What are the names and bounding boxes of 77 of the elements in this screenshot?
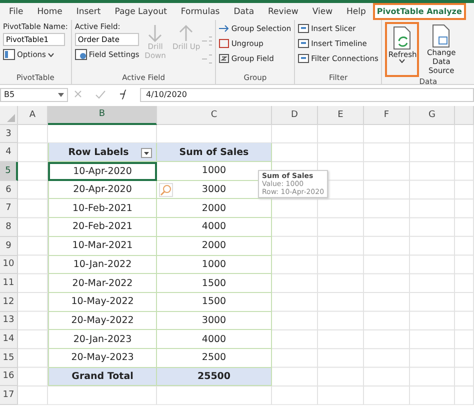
slicer-icon [298,24,310,33]
row-header[interactable]: 15 [0,348,18,368]
column-header[interactable]: C [157,106,272,125]
column-header[interactable]: F [364,106,410,125]
table-cell: 10-Mar-2021 [48,236,157,256]
row-header[interactable]: 17 [0,386,18,405]
table-cell: 10-May-2022 [48,292,157,312]
filter-dropdown-icon[interactable] [141,148,152,158]
arrow-right-icon [219,24,230,33]
ribbon-tab[interactable]: Insert [69,3,108,20]
select-all-icon[interactable] [7,114,15,122]
arrow-up-icon [178,24,194,42]
group-field-icon [219,54,230,63]
formula-field[interactable]: 4/10/2020 [140,88,474,102]
ribbon-tab[interactable]: Page Layout [108,3,174,20]
name-box[interactable]: B5 [0,88,68,102]
column-header[interactable]: A [18,106,48,125]
row-header[interactable]: 10 [0,256,18,274]
table-cell: 1500 [157,274,272,293]
column-header[interactable]: G [410,106,455,125]
row-header[interactable]: 13 [0,312,18,330]
grand-total-cell: 25500 [157,368,272,386]
row-header[interactable]: 7 [0,199,18,218]
ribbon-tab[interactable]: PivotTable Analyze [372,3,466,20]
table-cell: 20-May-2023 [48,348,157,368]
table-cell: 20-Feb-2021 [48,218,157,237]
column-header[interactable] [455,106,474,125]
expand-icon [202,36,212,46]
table-cell: 20-Jan-2023 [48,330,157,349]
table-cell: 20-Apr-2020 [48,180,157,200]
row-header[interactable]: 16 [0,368,18,386]
table-cell: 10-Feb-2021 [48,199,157,218]
ribbon-tab[interactable]: Review [261,3,306,20]
options-icon [3,49,15,60]
slicer-icon [298,54,310,63]
row-header[interactable]: 6 [0,180,18,200]
table-cell: 4000 [157,330,272,349]
table-cell: 1000 [157,256,272,274]
table-cell: 20-May-2022 [48,312,157,330]
arrow-down-icon [147,24,164,42]
table-cell: 4000 [157,218,272,237]
ribbon-tab[interactable]: View [305,3,340,20]
ribbon-tab[interactable]: Formulas [174,3,227,20]
quick-analysis-icon[interactable] [159,183,173,197]
pivot-header-cell: Row Labels [48,143,157,162]
table-cell: 2000 [157,236,272,256]
column-header[interactable]: B [48,106,157,125]
row-header[interactable]: 9 [0,236,18,256]
ribbon-tab[interactable]: Home [30,3,70,20]
table-cell: 1500 [157,292,272,312]
row-header[interactable]: 5 [0,162,18,181]
pivot-header-cell: Sum of Sales [157,143,272,162]
row-header[interactable]: 14 [0,330,18,349]
ribbon-tab[interactable]: Help [340,3,373,20]
collapse-icon [202,54,212,64]
table-cell: 3000 [157,312,272,330]
row-header[interactable]: 12 [0,292,18,312]
table-cell: 10-Jan-2022 [48,256,157,274]
caret-icon [58,92,64,96]
row-header[interactable]: 8 [0,218,18,237]
column-header[interactable]: E [318,106,364,125]
ribbon-tab[interactable]: Data [226,3,262,20]
refresh-icon [392,26,412,50]
column-header[interactable]: D [272,106,318,125]
table-cell: 10-Apr-2020 [48,162,157,181]
table-cell: 2000 [157,199,272,218]
caret-icon [399,59,406,63]
caret-icon [48,52,54,56]
document-icon [431,24,452,48]
table-cell: 2500 [157,348,272,368]
table-cell: 20-Mar-2022 [48,274,157,293]
row-header[interactable]: 3 [0,124,18,144]
ribbon-tab[interactable]: File [2,3,30,20]
row-header[interactable]: 4 [0,143,18,162]
grand-total-cell: Grand Total [48,368,157,386]
row-header[interactable]: 11 [0,274,18,293]
slicer-icon [298,39,310,48]
